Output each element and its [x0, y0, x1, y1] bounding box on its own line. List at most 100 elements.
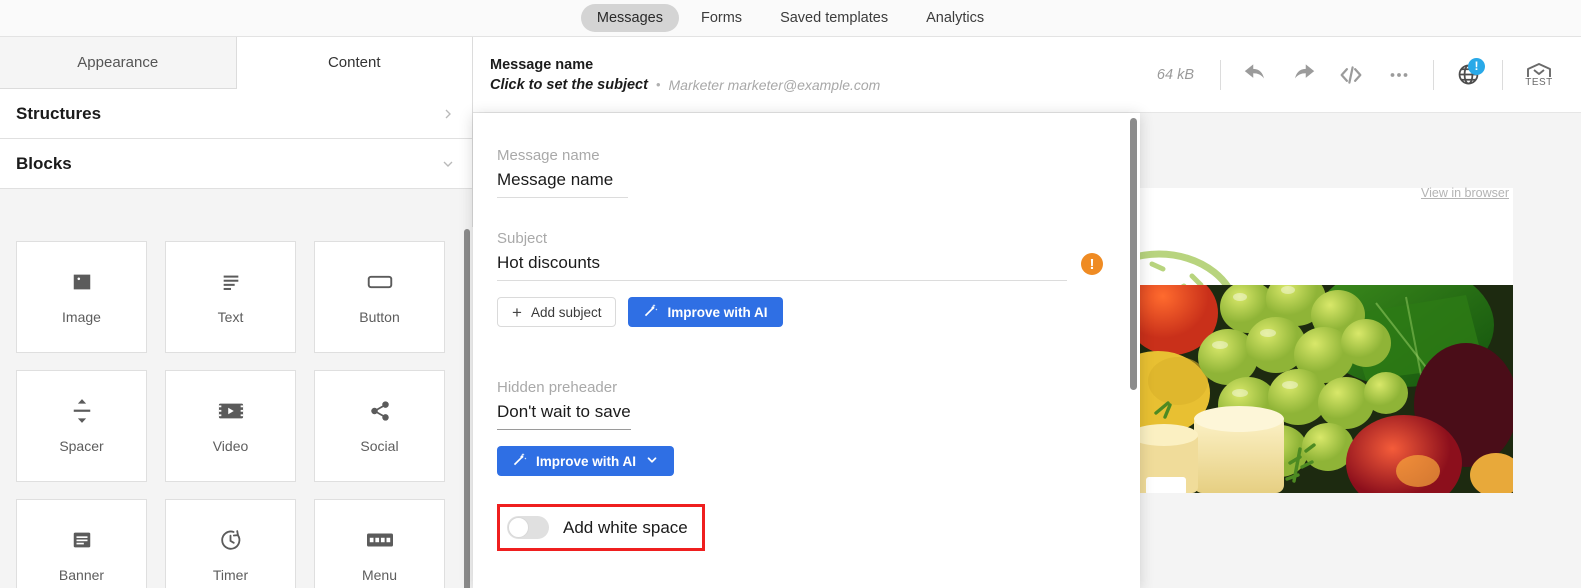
share-icon	[369, 398, 391, 424]
block-label: Menu	[361, 567, 398, 583]
separator-dot: •	[655, 77, 661, 92]
block-label: Text	[217, 309, 244, 325]
toolbar-divider-3	[1502, 59, 1503, 90]
magic-wand-icon	[512, 452, 527, 470]
subject-input[interactable]	[497, 253, 1067, 281]
preheader-actions: Improve with AI	[497, 446, 1104, 476]
subject-actions: + Add subject Improve with AI	[497, 297, 1104, 327]
button-icon	[367, 269, 393, 295]
block-tile-timer[interactable]: Timer	[165, 499, 296, 588]
block-label: Social	[360, 438, 399, 454]
accordion-blocks[interactable]: Blocks	[0, 139, 472, 189]
left-sidebar: Appearance Content Structures Blocks Ima…	[0, 37, 473, 588]
preheader-label: Hidden preheader	[497, 379, 618, 396]
accordion-blocks-label: Blocks	[16, 153, 72, 173]
block-label: Button	[359, 309, 400, 325]
email-preheader-area: View in browser	[1134, 113, 1581, 200]
block-label: Spacer	[59, 438, 104, 454]
redo-icon[interactable]	[1281, 53, 1325, 97]
sidebar-scrollbar-thumb[interactable]	[464, 229, 470, 588]
message-sender-text: Marketer marketer@example.com	[668, 76, 881, 93]
warning-icon[interactable]: !	[1081, 253, 1103, 275]
topnav-item-analytics[interactable]: Analytics	[910, 4, 1000, 32]
accordion-structures-label: Structures	[16, 103, 102, 123]
block-label: Video	[212, 438, 249, 454]
magic-wand-icon	[643, 303, 658, 321]
text-lines-icon	[220, 269, 242, 295]
block-tile-social[interactable]: Social	[314, 370, 445, 482]
message-subject-placeholder[interactable]: Click to set the subject	[490, 77, 648, 93]
email-builder-app: Messages Forms Saved templates Analytics…	[0, 0, 1581, 588]
chevron-right-icon	[440, 106, 456, 122]
block-tile-text[interactable]: Text	[165, 241, 296, 353]
preheader-row	[497, 402, 1104, 430]
preheader-field-group: Hidden preheader Improve with AI	[497, 379, 1104, 476]
block-label: Timer	[212, 567, 249, 583]
chevron-down-icon	[645, 453, 659, 470]
improve-with-ai-button[interactable]: Improve with AI	[628, 297, 783, 327]
block-tile-button[interactable]: Button	[314, 241, 445, 353]
test-label: TEST	[1525, 76, 1553, 88]
message-name-field-group: Message name	[497, 147, 1104, 198]
spacer-icon	[71, 398, 93, 424]
timer-icon	[219, 527, 242, 553]
message-subject-line: Click to set the subject • Marketer mark…	[490, 77, 880, 93]
accordion-structures[interactable]: Structures	[0, 89, 472, 139]
block-tile-menu[interactable]: Menu	[314, 499, 445, 588]
modal-scrollbar[interactable]	[1130, 118, 1137, 583]
more-icon[interactable]	[1377, 53, 1421, 97]
plus-icon: +	[512, 302, 522, 322]
menu-icon	[366, 527, 393, 553]
topnav-item-forms[interactable]: Forms	[685, 4, 758, 32]
test-icon[interactable]: TEST	[1515, 53, 1563, 97]
add-white-space-toggle[interactable]	[507, 516, 549, 539]
banner-icon	[71, 527, 93, 553]
message-meta: Message name Click to set the subject • …	[490, 57, 880, 93]
modal-scrollbar-thumb[interactable]	[1130, 118, 1137, 390]
message-name-row	[497, 170, 1104, 198]
message-size-label: 64 kB	[1156, 66, 1194, 83]
toggle-knob	[508, 517, 529, 538]
message-header-bar: Message name Click to set the subject • …	[473, 37, 1581, 113]
undo-icon[interactable]	[1233, 53, 1277, 97]
blocks-panel: Image Text Button Spacer Video Social Ba…	[0, 227, 473, 588]
block-tile-video[interactable]: Video	[165, 370, 296, 482]
message-name-input[interactable]	[497, 170, 628, 198]
blocks-grid: Image Text Button Spacer Video Social Ba…	[16, 241, 455, 588]
email-preview: View in browser	[1134, 113, 1581, 493]
subject-row: !	[497, 253, 1104, 281]
header-toolbar: 64 kB ! TEST	[1157, 53, 1563, 97]
tab-appearance[interactable]: Appearance	[0, 37, 237, 89]
message-name-text[interactable]: Message name	[490, 57, 880, 73]
toolbar-divider-2	[1433, 59, 1434, 90]
block-label: Image	[62, 309, 101, 325]
preheader-improve-label: Improve with AI	[536, 453, 637, 469]
improve-with-ai-label: Improve with AI	[667, 304, 768, 320]
sidebar-tabs: Appearance Content	[0, 37, 472, 89]
email-logo-area: TY FOOD	[1136, 188, 1513, 285]
block-tile-image[interactable]: Image	[16, 241, 147, 353]
globe-icon[interactable]: !	[1446, 53, 1490, 97]
video-icon	[218, 398, 244, 424]
globe-alert-badge: !	[1468, 57, 1485, 75]
preheader-input[interactable]	[497, 402, 631, 430]
block-tile-banner[interactable]: Banner	[16, 499, 147, 588]
add-subject-label: Add subject	[530, 304, 602, 320]
block-tile-spacer[interactable]: Spacer	[16, 370, 147, 482]
image-icon	[71, 269, 93, 295]
fruit-cheese-photo	[1136, 285, 1513, 493]
message-name-label: Message name	[497, 147, 600, 164]
message-settings-modal: Message name Subject ! + Add subject	[473, 113, 1140, 588]
topnav-item-messages[interactable]: Messages	[580, 4, 679, 32]
sidebar-scrollbar[interactable]	[464, 229, 470, 588]
add-subject-button[interactable]: + Add subject	[497, 297, 617, 327]
preheader-improve-with-ai-button[interactable]: Improve with AI	[497, 446, 675, 476]
tab-content[interactable]: Content	[236, 37, 472, 89]
topnav-item-saved-templates[interactable]: Saved templates	[764, 4, 904, 32]
field-gap	[497, 198, 1104, 230]
donut-icon	[1136, 250, 1231, 285]
toolbar-divider	[1220, 59, 1221, 90]
subject-label: Subject	[497, 230, 548, 247]
code-icon[interactable]	[1329, 53, 1373, 97]
add-white-space-label: Add white space	[563, 517, 688, 537]
